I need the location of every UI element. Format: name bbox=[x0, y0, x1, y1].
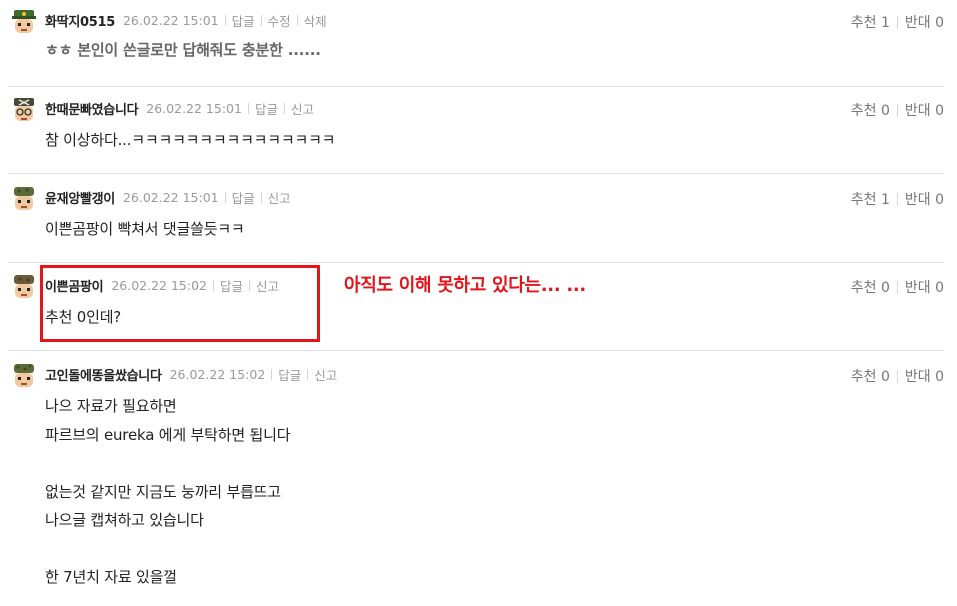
comment-line: ㅎㅎ 본인이 쓴글로만 답해줘도 충분한 ...... bbox=[45, 41, 321, 59]
soldier-avatar-icon bbox=[10, 97, 38, 125]
upvote-label: 추천 bbox=[850, 15, 877, 31]
vote-box: 추천 0 반대 0 bbox=[851, 366, 944, 386]
downvote-count: 0 bbox=[935, 369, 944, 385]
upvote-button[interactable]: 추천 1 bbox=[851, 189, 890, 209]
reply-button[interactable]: 답글 bbox=[232, 11, 255, 30]
comment-line: 파르브의 eureka 에게 부탁하면 됩니다 bbox=[45, 425, 291, 444]
annotation-text: 아직도 이해 못하고 있다는... ... bbox=[344, 275, 586, 296]
comment-line bbox=[45, 535, 290, 564]
comment-nickname[interactable]: 윤재앙빨갱이 bbox=[45, 188, 115, 207]
comment-body: ㅎㅎ 본인이 쓴글로만 답해줘도 충분한 ...... bbox=[45, 36, 321, 65]
comment-header: 고인돌에똥을쌌습니다 26.02.22 15:02 답글 신고 bbox=[45, 365, 337, 384]
vote-box: 추천 0 반대 0 bbox=[851, 277, 944, 297]
soldier-avatar-icon bbox=[10, 186, 38, 214]
divider bbox=[896, 280, 898, 294]
upvote-button[interactable]: 추천 1 bbox=[851, 12, 890, 32]
downvote-button[interactable]: 반대 0 bbox=[905, 12, 944, 32]
divider bbox=[260, 15, 262, 26]
report-button[interactable]: 신고 bbox=[291, 99, 314, 118]
soldier-avatar-icon bbox=[10, 274, 38, 302]
divider bbox=[283, 103, 285, 114]
divider bbox=[296, 15, 298, 26]
downvote-label: 반대 bbox=[904, 369, 931, 385]
downvote-button[interactable]: 반대 0 bbox=[905, 277, 944, 297]
comment-divider bbox=[8, 173, 944, 174]
comment-divider bbox=[8, 350, 944, 351]
comment-line: 한 7년치 자료 있을껄 bbox=[45, 568, 177, 586]
soldier-avatar-icon bbox=[10, 9, 38, 37]
comment-date: 26.02.22 15:01 bbox=[122, 13, 219, 28]
comment-line: 참 이상하다...ㅋㅋㅋㅋㅋㅋㅋㅋㅋㅋㅋㅋㅋㅋㅋ bbox=[45, 131, 336, 149]
comment-date: 26.02.22 15:01 bbox=[146, 101, 242, 116]
divider bbox=[260, 192, 262, 203]
divider bbox=[247, 103, 249, 114]
comment-date: 26.02.22 15:02 bbox=[169, 367, 266, 382]
comment-nickname[interactable]: 고인돌에똥을쌌습니다 bbox=[45, 365, 162, 384]
comment-line: 이쁜곰팡이 빡쳐서 댓글쓸듯ㅋㅋ bbox=[45, 220, 245, 238]
comment-body: 이쁜곰팡이 빡쳐서 댓글쓸듯ㅋㅋ bbox=[45, 215, 245, 244]
delete-button[interactable]: 삭제 bbox=[304, 11, 327, 30]
comment-nickname[interactable]: 화딱지0515 bbox=[45, 11, 115, 30]
reply-button[interactable]: 답글 bbox=[278, 365, 301, 384]
comment-divider bbox=[8, 86, 944, 87]
downvote-button[interactable]: 반대 0 bbox=[905, 189, 944, 209]
comment-header: 한때문빠였습니다 26.02.22 15:01 답글 신고 bbox=[45, 99, 314, 118]
vote-box: 추천 1 반대 0 bbox=[851, 12, 944, 32]
reply-button[interactable]: 답글 bbox=[232, 188, 255, 207]
upvote-label: 추천 bbox=[850, 369, 877, 385]
comment-date: 26.02.22 15:01 bbox=[122, 190, 219, 205]
downvote-count: 0 bbox=[935, 192, 944, 208]
upvote-button[interactable]: 추천 0 bbox=[851, 366, 890, 386]
divider bbox=[224, 192, 226, 203]
divider bbox=[896, 15, 898, 29]
reply-button[interactable]: 답글 bbox=[255, 99, 278, 118]
downvote-button[interactable]: 반대 0 bbox=[905, 100, 944, 120]
divider bbox=[224, 15, 226, 26]
upvote-count: 1 bbox=[880, 15, 890, 31]
downvote-label: 반대 bbox=[904, 15, 931, 31]
upvote-count: 0 bbox=[880, 280, 890, 296]
comment-divider bbox=[8, 262, 944, 263]
upvote-label: 추천 bbox=[850, 280, 877, 296]
comment-header: 화딱지0515 26.02.22 15:01 답글 수정 삭제 bbox=[45, 11, 327, 30]
divider bbox=[271, 369, 273, 380]
upvote-count: 0 bbox=[880, 103, 890, 119]
comment-line: 없는것 같지만 지금도 눙까리 부릅뜨고 bbox=[45, 482, 281, 501]
downvote-count: 0 bbox=[935, 15, 944, 31]
divider bbox=[307, 369, 309, 380]
comment-body: 나으 자료가 필요하면 파르브의 eureka 에게 부탁하면 됩니다 없는것 … bbox=[45, 392, 290, 592]
upvote-button[interactable]: 추천 0 bbox=[851, 100, 890, 120]
divider bbox=[896, 103, 898, 117]
upvote-count: 0 bbox=[880, 369, 890, 385]
report-button[interactable]: 신고 bbox=[314, 365, 337, 384]
highlight-box bbox=[40, 265, 320, 342]
vote-box: 추천 1 반대 0 bbox=[851, 189, 944, 209]
upvote-button[interactable]: 추천 0 bbox=[851, 277, 890, 297]
comment-line: 나으글 캡쳐하고 있습니다 bbox=[45, 511, 204, 529]
downvote-label: 반대 bbox=[904, 280, 931, 296]
comment-nickname[interactable]: 한때문빠였습니다 bbox=[45, 99, 139, 118]
report-button[interactable]: 신고 bbox=[268, 188, 291, 207]
downvote-count: 0 bbox=[935, 103, 944, 119]
downvote-label: 반대 bbox=[904, 103, 931, 119]
downvote-label: 반대 bbox=[904, 192, 931, 208]
upvote-label: 추천 bbox=[850, 192, 877, 208]
comment-line bbox=[45, 449, 290, 478]
comment-body: 참 이상하다...ㅋㅋㅋㅋㅋㅋㅋㅋㅋㅋㅋㅋㅋㅋㅋ bbox=[45, 126, 335, 155]
divider bbox=[896, 369, 898, 383]
vote-box: 추천 0 반대 0 bbox=[851, 100, 944, 120]
comment-line: 나으 자료가 필요하면 bbox=[45, 397, 177, 415]
edit-button[interactable]: 수정 bbox=[268, 11, 291, 30]
comment-header: 윤재앙빨갱이 26.02.22 15:01 답글 신고 bbox=[45, 188, 291, 207]
upvote-count: 1 bbox=[880, 192, 890, 208]
downvote-button[interactable]: 반대 0 bbox=[905, 366, 944, 386]
upvote-label: 추천 bbox=[850, 103, 877, 119]
soldier-avatar-icon bbox=[10, 363, 38, 391]
divider bbox=[896, 192, 898, 206]
downvote-count: 0 bbox=[935, 280, 944, 296]
